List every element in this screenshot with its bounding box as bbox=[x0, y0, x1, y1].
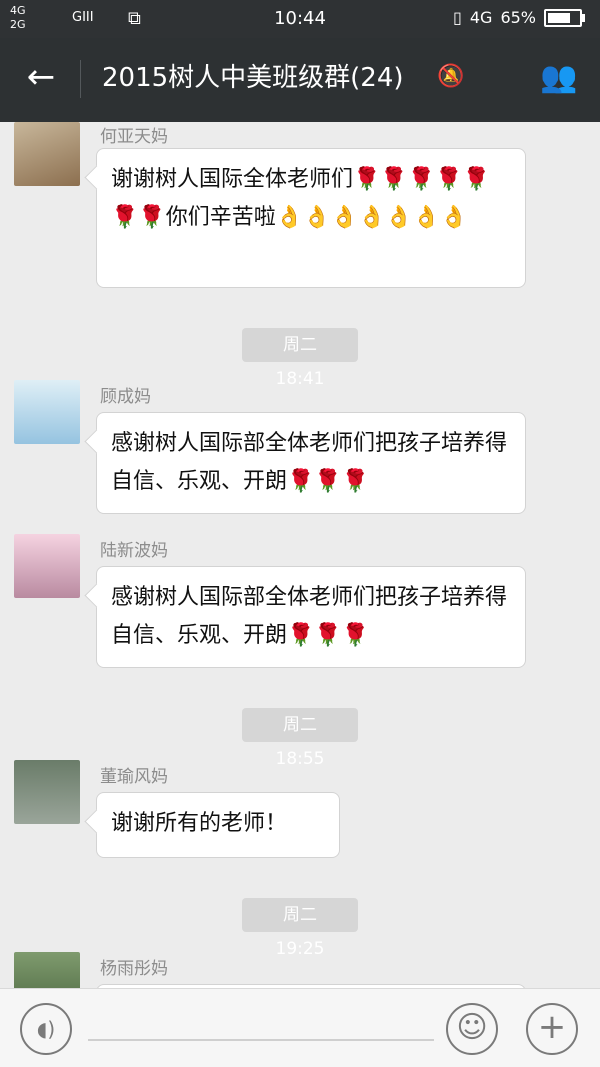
emoji-icon[interactable]: ☺ bbox=[446, 1003, 498, 1055]
avatar[interactable] bbox=[14, 760, 80, 824]
message-bubble[interactable]: 感谢树人国际部全体老师们把孩子培养得自信、乐观、开朗🌹🌹🌹 bbox=[96, 412, 526, 514]
sender-name: 顾成妈 bbox=[100, 387, 151, 407]
message-bubble[interactable]: 谢谢树人国际全体老师们🌹🌹🌹🌹🌹🌹🌹你们辛苦啦👌👌👌👌👌👌👌 bbox=[96, 148, 526, 288]
group-icon[interactable]: 👥 bbox=[536, 58, 582, 98]
sender-name: 何亚天妈 bbox=[100, 127, 168, 147]
timestamp: 周二 19:25 bbox=[242, 898, 358, 959]
avatar[interactable] bbox=[14, 380, 80, 444]
header-divider bbox=[80, 60, 81, 98]
status-right: ▯ 4G 65% bbox=[453, 8, 585, 27]
chat-header: ← 2015树人中美班级群(24) 🔕 👥 bbox=[0, 38, 600, 122]
battery-percentage: 65% bbox=[500, 8, 536, 27]
status-bar: 4G 2G GIII ⧉ 10:44 ▯ 4G 65% bbox=[0, 0, 600, 38]
sender-name: 董瑜风妈 bbox=[100, 767, 168, 787]
voice-icon[interactable]: ◖) bbox=[20, 1003, 72, 1055]
input-bar: ◖) ☺ + bbox=[0, 988, 600, 1067]
arrow-left-icon[interactable]: ← bbox=[20, 56, 62, 98]
message-bubble[interactable]: 谢谢所有的老师！ bbox=[96, 792, 340, 858]
chat-title: 2015树人中美班级群(24) bbox=[102, 63, 404, 93]
sender-name: 杨雨彤妈 bbox=[100, 959, 168, 979]
avatar[interactable] bbox=[14, 952, 80, 988]
timestamp: 周二 18:55 bbox=[242, 708, 358, 769]
message-input[interactable] bbox=[88, 1039, 434, 1041]
vibrate-icon: ▯ bbox=[453, 8, 462, 27]
battery-icon bbox=[544, 8, 585, 27]
avatar[interactable] bbox=[14, 534, 80, 598]
battery-fill bbox=[548, 12, 571, 23]
timestamp: 周二 18:41 bbox=[242, 328, 358, 389]
chat-area[interactable]: 何亚天妈 谢谢树人国际全体老师们🌹🌹🌹🌹🌹🌹🌹你们辛苦啦👌👌👌👌👌👌👌 周二 1… bbox=[0, 122, 600, 988]
network-label: 4G bbox=[469, 8, 493, 27]
bell-off-icon: 🔕 bbox=[437, 64, 465, 89]
plus-icon[interactable]: + bbox=[526, 1003, 578, 1055]
avatar[interactable] bbox=[14, 122, 80, 186]
message-bubble[interactable]: 感谢树人国际部全体老师们把孩子培养得自信、乐观、开朗🌹🌹🌹 bbox=[96, 566, 526, 668]
sender-name: 陆新波妈 bbox=[100, 541, 168, 561]
